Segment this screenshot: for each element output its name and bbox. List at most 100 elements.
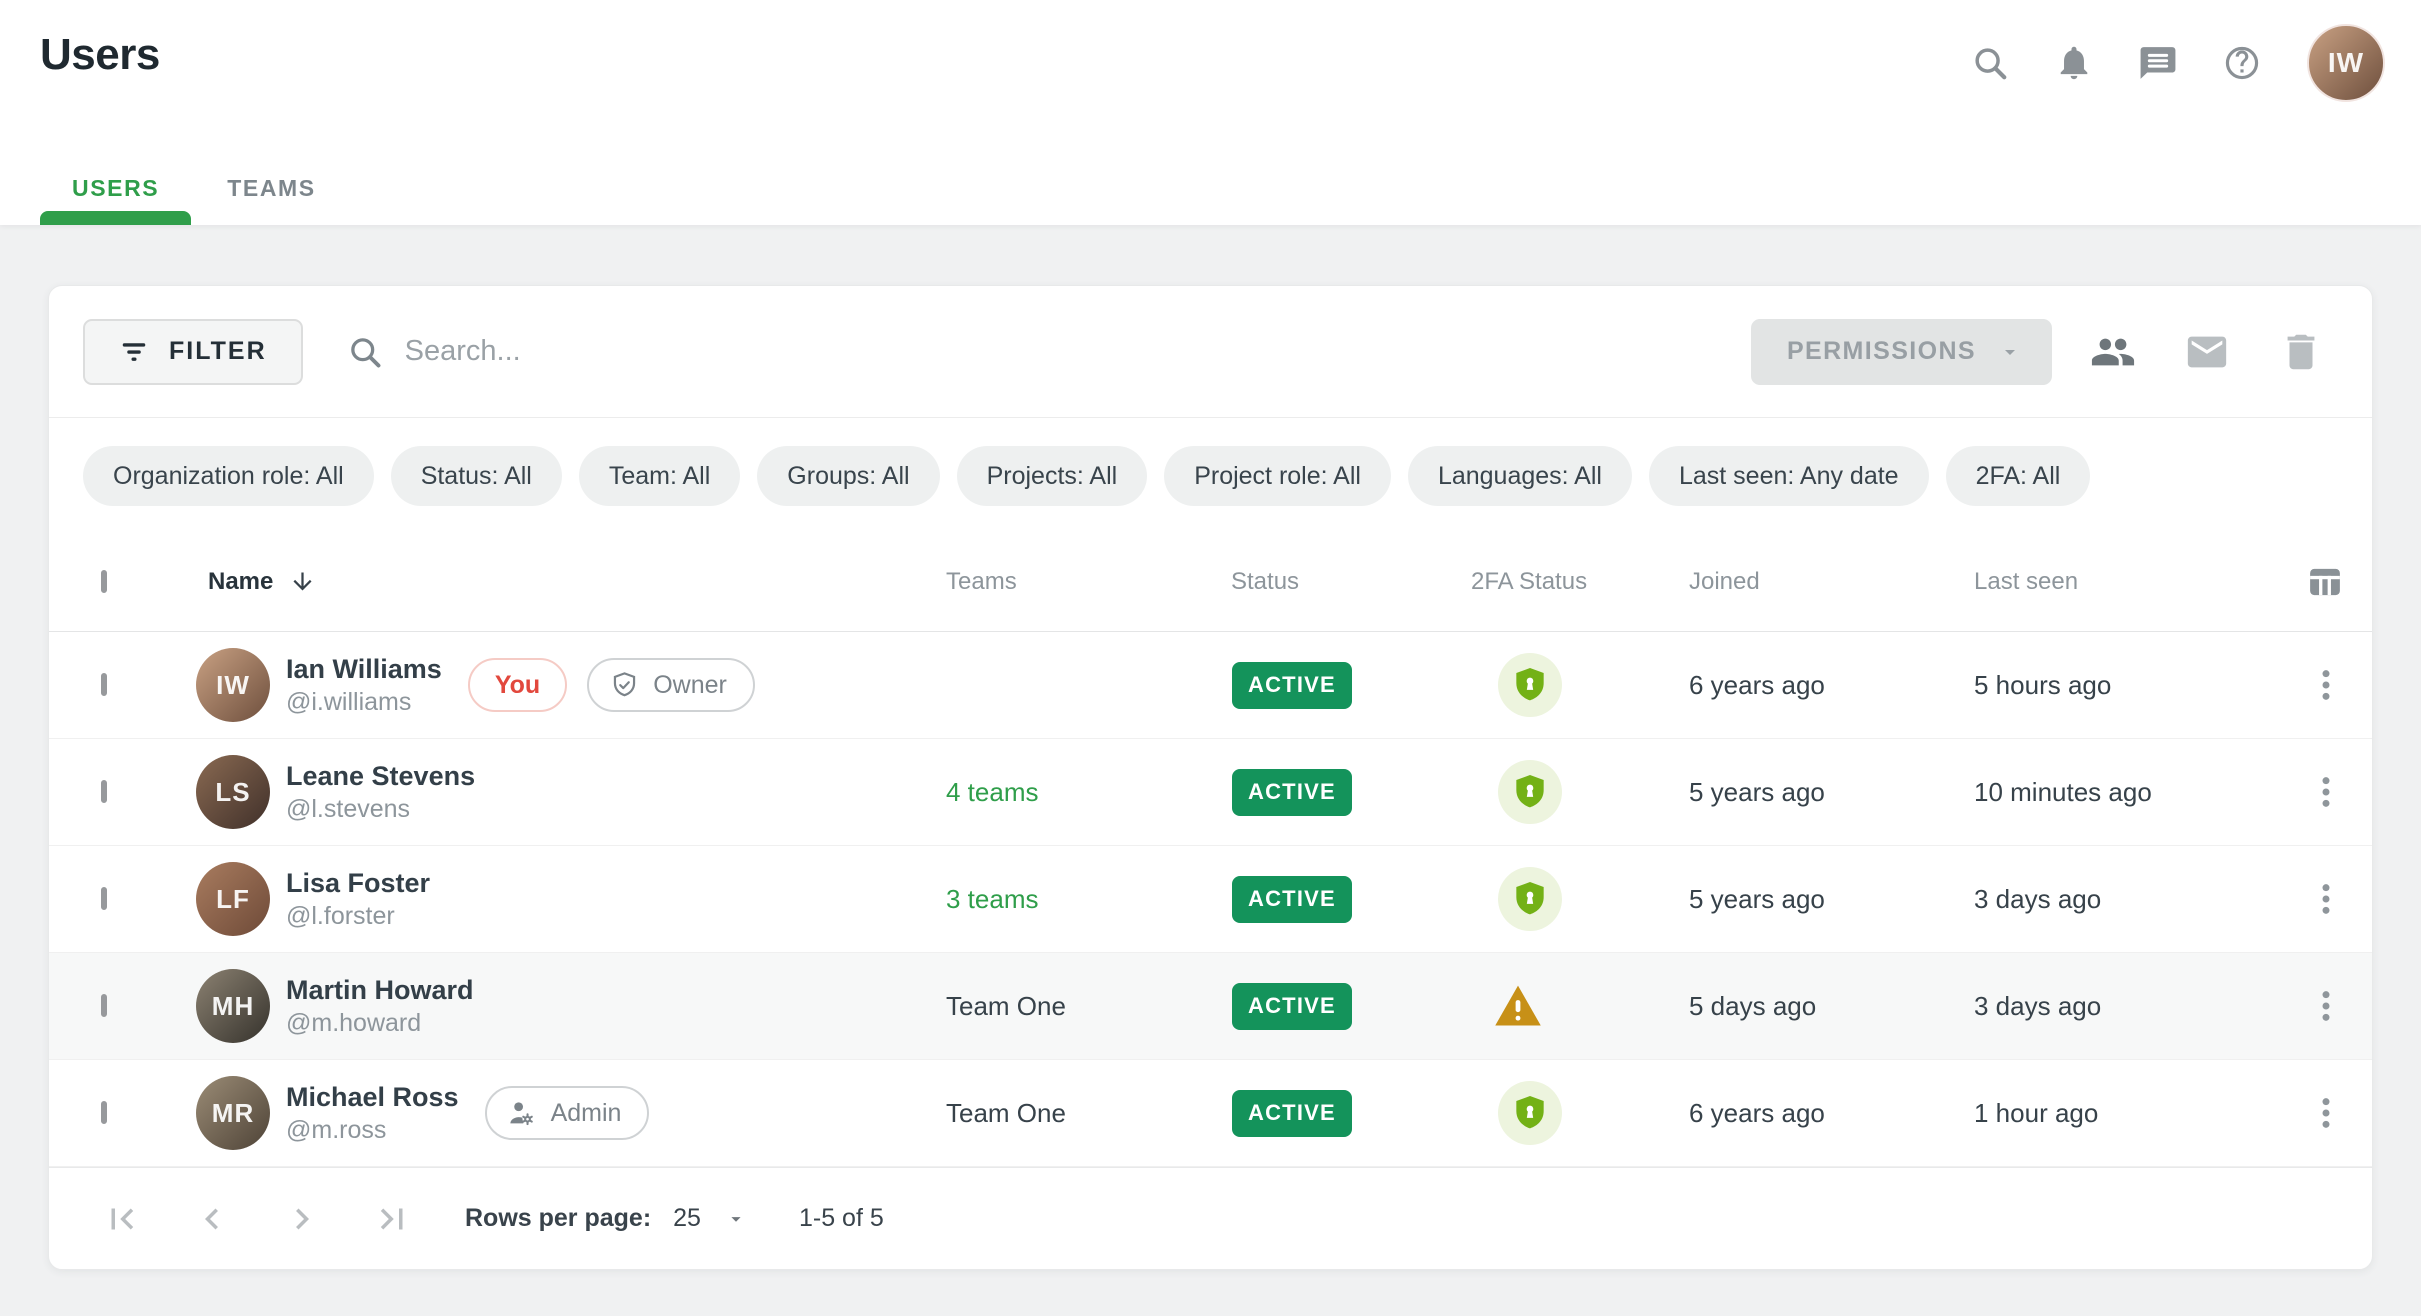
twofa-warning-icon — [1492, 980, 1544, 1032]
row-checkbox[interactable] — [101, 673, 107, 696]
last-seen-cell: 10 minutes ago — [1957, 777, 2264, 808]
notifications-icon[interactable] — [2055, 44, 2093, 82]
add-to-team-button[interactable] — [2090, 329, 2136, 375]
delete-button[interactable] — [2278, 329, 2324, 375]
filter-chip-label: Projects: All — [987, 462, 1118, 491]
column-header-joined[interactable]: Joined — [1672, 568, 1957, 596]
trash-icon — [2278, 329, 2324, 375]
user-handle: @l.forster — [286, 904, 430, 929]
column-header-teams[interactable]: Teams — [929, 568, 1214, 596]
last-page-button[interactable] — [369, 1196, 415, 1242]
email-button[interactable] — [2184, 329, 2230, 375]
rows-per-page-select[interactable]: 25 — [673, 1204, 747, 1233]
filter-button[interactable]: FILTER — [83, 319, 303, 385]
twofa-enabled-icon — [1498, 1081, 1562, 1145]
column-settings-button[interactable] — [2264, 561, 2352, 603]
kebab-icon — [2306, 665, 2346, 705]
badges: Admin — [485, 1086, 650, 1140]
permissions-button[interactable]: PERMISSIONS — [1751, 319, 2052, 385]
teams-cell[interactable]: 4 teams — [929, 777, 1039, 807]
rows-per-page-value: 25 — [673, 1204, 701, 1233]
table-row: LF Lisa Foster @l.forster 3 teams ACTIVE… — [49, 846, 2372, 953]
last-seen-cell: 1 hour ago — [1957, 1098, 2264, 1129]
row-checkbox[interactable] — [101, 994, 107, 1017]
shield-check-icon — [609, 670, 640, 701]
user-name: Lisa Foster — [286, 870, 430, 897]
tab-users[interactable]: USERS — [40, 151, 191, 225]
search-icon — [347, 334, 383, 370]
row-menu-button[interactable] — [2264, 879, 2352, 919]
tab-users-label: USERS — [72, 175, 159, 202]
users-card: FILTER PERMISSIONS — [48, 285, 2373, 1270]
role-badge: Admin — [485, 1086, 650, 1140]
user-name: Leane Stevens — [286, 763, 475, 790]
filter-chip-label: Status: All — [421, 462, 532, 491]
permissions-button-label: PERMISSIONS — [1787, 337, 1976, 366]
last-page-icon — [371, 1198, 413, 1240]
avatar: LS — [196, 755, 270, 829]
filter-chip[interactable]: Status: All — [391, 446, 562, 506]
user-avatar[interactable]: IW — [2307, 24, 2385, 102]
filter-chip-label: 2FA: All — [1976, 462, 2061, 491]
joined-cell: 5 days ago — [1672, 991, 1957, 1022]
teams-cell — [929, 670, 946, 700]
row-checkbox[interactable] — [101, 887, 107, 910]
role-badge: Owner — [587, 658, 755, 712]
rows-per-page-label: Rows per page: — [465, 1204, 651, 1233]
search-input[interactable] — [405, 335, 1177, 368]
row-checkbox[interactable] — [101, 1101, 107, 1124]
messages-icon[interactable] — [2139, 44, 2177, 82]
avatar-initials: LF — [216, 884, 250, 915]
column-header-last-seen[interactable]: Last seen — [1957, 568, 2264, 596]
joined-cell: 6 years ago — [1672, 1098, 1957, 1129]
filter-chips: Organization role: All Status: All Team:… — [49, 418, 2372, 532]
column-header-name[interactable]: Name — [208, 568, 929, 596]
status-badge: ACTIVE — [1232, 1090, 1352, 1137]
tabs: USERS TEAMS — [40, 151, 352, 225]
row-menu-button[interactable] — [2264, 986, 2352, 1026]
first-page-icon — [101, 1198, 143, 1240]
filter-chip[interactable]: Projects: All — [957, 446, 1148, 506]
tab-teams[interactable]: TEAMS — [191, 151, 352, 225]
user-name: Martin Howard — [286, 977, 474, 1004]
filter-chip-label: Project role: All — [1194, 462, 1361, 491]
chevron-down-icon — [1998, 340, 2022, 364]
row-menu-button[interactable] — [2264, 1093, 2352, 1133]
filter-chip[interactable]: Team: All — [579, 446, 740, 506]
row-checkbox[interactable] — [101, 780, 107, 803]
tab-teams-label: TEAMS — [227, 175, 316, 202]
twofa-enabled-icon — [1498, 760, 1562, 824]
group-icon — [2090, 329, 2136, 375]
joined-cell: 6 years ago — [1672, 670, 1957, 701]
select-all-checkbox[interactable] — [101, 570, 107, 593]
twofa-enabled-icon — [1498, 867, 1562, 931]
filter-icon — [119, 337, 149, 367]
filter-chip[interactable]: 2FA: All — [1946, 446, 2091, 506]
chevron-right-icon — [281, 1198, 323, 1240]
previous-page-button[interactable] — [189, 1196, 235, 1242]
filter-chip[interactable]: Languages: All — [1408, 446, 1632, 506]
table-row: IW Ian Williams @i.williams You Owner AC… — [49, 632, 2372, 739]
row-menu-button[interactable] — [2264, 665, 2352, 705]
filter-chip[interactable]: Last seen: Any date — [1649, 446, 1929, 506]
user-name: Ian Williams — [286, 656, 442, 683]
first-page-button[interactable] — [99, 1196, 145, 1242]
filter-chip[interactable]: Groups: All — [757, 446, 939, 506]
search-icon[interactable] — [1971, 44, 2009, 82]
filter-chip[interactable]: Organization role: All — [83, 446, 374, 506]
table-row: MR Michael Ross @m.ross Admin Team One A… — [49, 1060, 2372, 1167]
avatar: LF — [196, 862, 270, 936]
row-menu-button[interactable] — [2264, 772, 2352, 812]
user-handle: @m.howard — [286, 1011, 474, 1036]
chevron-down-icon — [725, 1208, 747, 1230]
mail-icon — [2184, 329, 2230, 375]
kebab-icon — [2306, 986, 2346, 1026]
next-page-button[interactable] — [279, 1196, 325, 1242]
teams-cell[interactable]: 3 teams — [929, 884, 1039, 914]
badges: You Owner — [468, 658, 755, 712]
column-header-status[interactable]: Status — [1214, 568, 1454, 596]
column-header-twofa[interactable]: 2FA Status — [1454, 568, 1672, 596]
filter-chip[interactable]: Project role: All — [1164, 446, 1391, 506]
help-icon[interactable] — [2223, 44, 2261, 82]
kebab-icon — [2306, 1093, 2346, 1133]
